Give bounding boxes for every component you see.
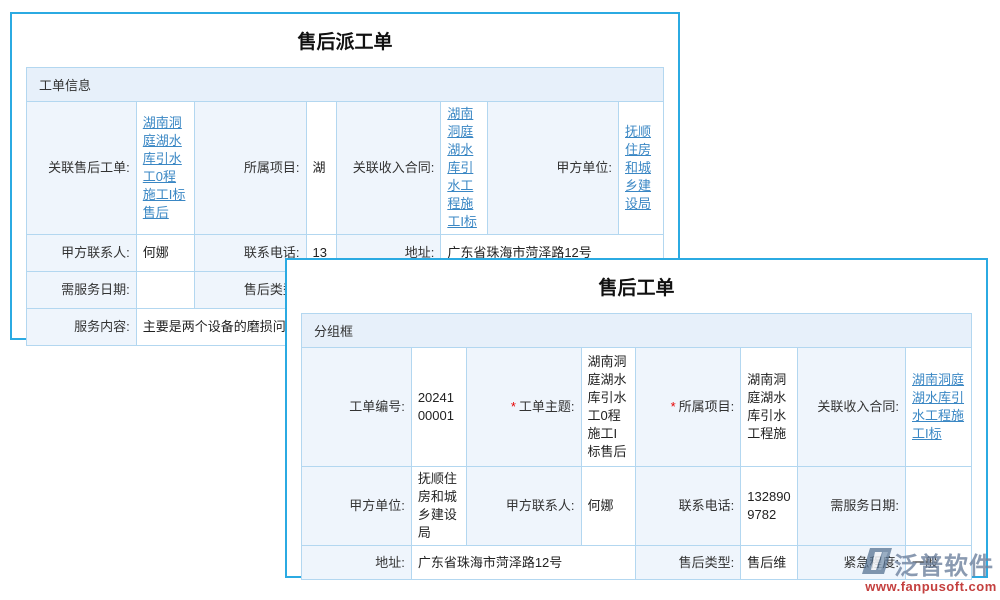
service-order-section-header: 分组框 bbox=[302, 314, 971, 348]
related-income-contract: 湖南洞庭湖水库引水工程施工I标 bbox=[441, 102, 488, 235]
phone-label: 联系电话: bbox=[636, 467, 741, 546]
client-contact-label: 甲方联系人: bbox=[466, 467, 581, 546]
client-unit-value: 抚顺住房和城乡建设局 bbox=[411, 467, 466, 546]
service-order-window: 售后工单 分组框 工单编号:2024100001*工单主题:湖南洞庭湖水库引水工… bbox=[285, 258, 988, 578]
order-number-value: 2024100001 bbox=[411, 348, 466, 467]
service-order-table: 工单编号:2024100001*工单主题:湖南洞庭湖水库引水工0程施工I标售后*… bbox=[301, 347, 972, 580]
service-order-title: 售后工单 bbox=[287, 260, 986, 300]
aftersales-type-value: 售后维 bbox=[741, 546, 798, 580]
client-contact-value: 何娜 bbox=[136, 235, 194, 272]
order-subject-label: *工单主题: bbox=[466, 348, 581, 467]
phone-value: 1328909782 bbox=[741, 467, 798, 546]
service-date-label: 需服务日期: bbox=[798, 467, 906, 546]
dispatch-order-title: 售后派工单 bbox=[12, 14, 678, 54]
aftersales-type-label: 售后类型: bbox=[636, 546, 741, 580]
client-contact-label: 甲方联系人: bbox=[27, 235, 137, 272]
service-content-label: 服务内容: bbox=[27, 309, 137, 346]
page: 售后派工单 工单信息 关联售后工单:湖南洞庭湖水库引水工0程施工I标售后所属项目… bbox=[0, 0, 1000, 600]
urgency-value: 一般 bbox=[906, 546, 972, 580]
related-income-contract-label: 关联收入合同: bbox=[336, 102, 441, 235]
related-income-contract-link[interactable]: 湖南洞庭湖水库引水工程施工I标 bbox=[912, 372, 964, 441]
address-value: 广东省珠海市菏泽路12号 bbox=[411, 546, 636, 580]
client-contact-value: 何娜 bbox=[581, 467, 636, 546]
service-date-label: 需服务日期: bbox=[27, 272, 137, 309]
client-unit-label: 甲方单位: bbox=[302, 467, 412, 546]
service-date-value bbox=[906, 467, 972, 546]
order-number-label: 工单编号: bbox=[302, 348, 412, 467]
vendor-url-text: www.fanpusoft.com bbox=[862, 579, 1000, 594]
dispatch-order-section-header: 工单信息 bbox=[27, 68, 663, 102]
project-value: 湖 bbox=[306, 102, 336, 235]
urgency-label: 紧急程度: bbox=[798, 546, 906, 580]
service-order-groupbox: 分组框 工单编号:2024100001*工单主题:湖南洞庭湖水库引水工0程施工I… bbox=[301, 313, 972, 580]
related-income-contract: 湖南洞庭湖水库引水工程施工I标 bbox=[906, 348, 972, 467]
client-unit-label: 甲方单位: bbox=[488, 102, 619, 235]
client-unit-link[interactable]: 抚顺住房和城乡建设局 bbox=[625, 124, 651, 211]
address-label: 地址: bbox=[302, 546, 412, 580]
client-unit: 抚顺住房和城乡建设局 bbox=[619, 102, 664, 235]
order-subject-value: 湖南洞庭湖水库引水工0程施工I标售后 bbox=[581, 348, 636, 467]
related-aftersales-order-label: 关联售后工单: bbox=[27, 102, 137, 235]
required-asterisk: * bbox=[671, 399, 676, 414]
project-label: 所属项目: bbox=[194, 102, 306, 235]
required-asterisk: * bbox=[511, 399, 516, 414]
project-value: 湖南洞庭湖水库引水工程施 bbox=[741, 348, 798, 467]
related-income-contract-link[interactable]: 湖南洞庭湖水库引水工程施工I标 bbox=[447, 106, 477, 229]
project-label: *所属项目: bbox=[636, 348, 741, 467]
related-aftersales-order: 湖南洞庭湖水库引水工0程施工I标售后 bbox=[136, 102, 194, 235]
related-aftersales-order-link[interactable]: 湖南洞庭湖水库引水工0程施工I标售后 bbox=[143, 115, 186, 220]
related-income-contract-label: 关联收入合同: bbox=[798, 348, 906, 467]
service-date-value bbox=[136, 272, 194, 309]
